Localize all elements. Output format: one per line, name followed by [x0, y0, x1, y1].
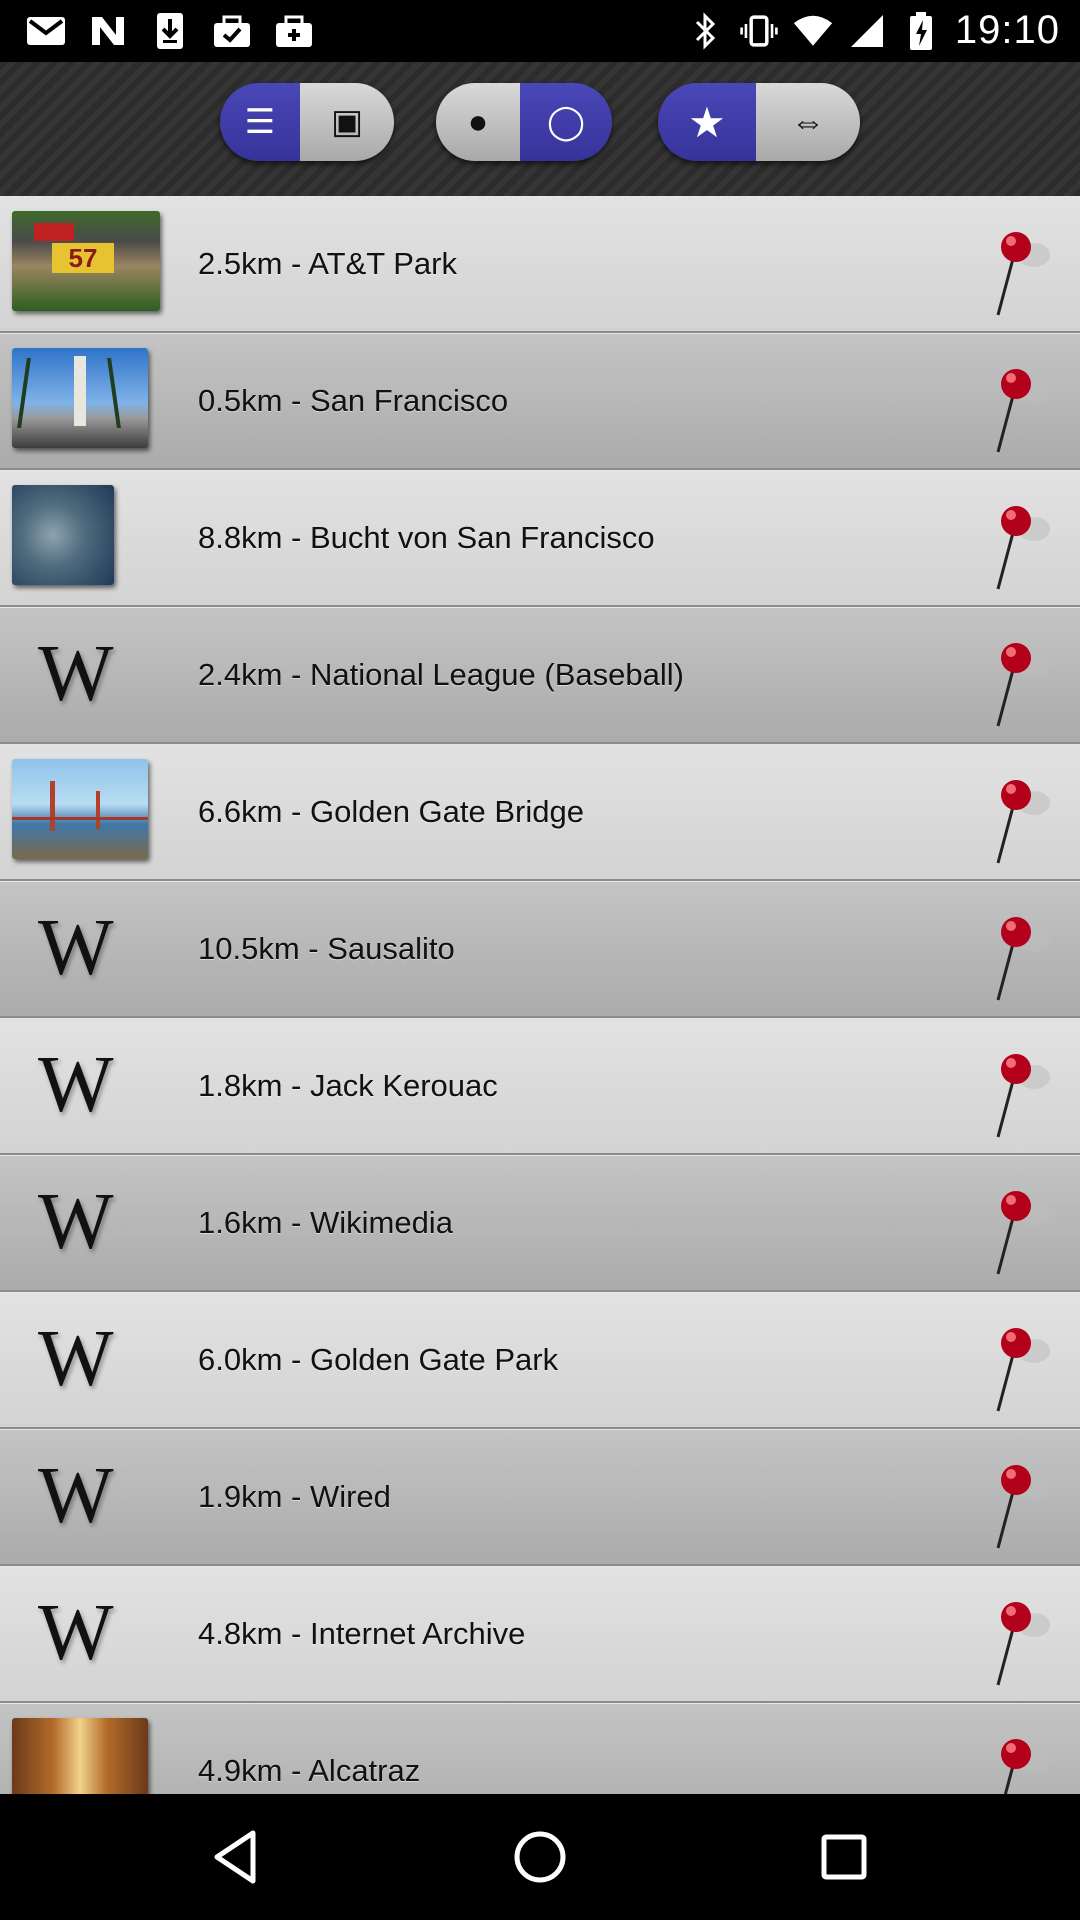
list-item[interactable]: W 1.8km - Jack Kerouac	[0, 1018, 1080, 1155]
place-label: 6.0km - Golden Gate Park	[198, 1342, 559, 1377]
left-right-arrow-icon: ⇔	[791, 102, 825, 141]
list-item[interactable]: W 1.6km - Wikimedia	[0, 1155, 1080, 1292]
map-pin-icon[interactable]	[992, 499, 1062, 599]
thumbnail-container: W	[0, 608, 160, 742]
thumbnail-container: W	[0, 882, 160, 1016]
filled-circle-icon: ●	[467, 102, 489, 141]
list-item[interactable]: W 6.0km - Golden Gate Park	[0, 1292, 1080, 1429]
thumbnail-container: W	[0, 1019, 160, 1153]
sort-toggle: ★ ⇔	[658, 83, 860, 161]
wikipedia-logo-icon: W	[38, 1315, 114, 1403]
star-icon: ★	[688, 98, 726, 146]
n-app-icon	[88, 12, 128, 50]
favorites-button[interactable]: ★	[658, 83, 756, 161]
place-label: 10.5km - Sausalito	[198, 931, 455, 966]
thumbnail-container	[0, 1704, 160, 1794]
thumbnail	[12, 759, 148, 859]
wikipedia-logo-icon: W	[38, 1452, 114, 1540]
map-pin-icon[interactable]	[992, 1595, 1062, 1695]
list-item[interactable]: W 4.8km - Internet Archive	[0, 1566, 1080, 1703]
download-icon	[150, 12, 190, 50]
thumbnail	[12, 1718, 148, 1794]
place-label: 2.4km - National League (Baseball)	[198, 657, 684, 692]
empty-circle-icon: ◯	[546, 103, 586, 141]
recents-icon[interactable]	[809, 1822, 879, 1892]
map-pin-icon[interactable]	[992, 1732, 1062, 1794]
clock: 19:10	[954, 8, 1060, 52]
place-label: 1.6km - Wikimedia	[198, 1205, 453, 1240]
list-item[interactable]: 4.9km - Alcatraz	[0, 1703, 1080, 1794]
empty-circle-button[interactable]: ◯	[520, 83, 612, 161]
filter-toggle: ● ◯	[436, 83, 612, 161]
wikipedia-logo-icon: W	[38, 630, 114, 718]
toolbar: ☰ ▣ ● ◯ ★ ⇔	[0, 62, 1080, 196]
view-mode-toggle: ☰ ▣	[220, 83, 394, 161]
place-label: 6.6km - Golden Gate Bridge	[198, 794, 584, 829]
place-label: 4.9km - Alcatraz	[198, 1753, 421, 1788]
thumbnail	[12, 485, 114, 585]
thumbnail-container: W	[0, 1567, 160, 1701]
bluetooth-icon	[685, 11, 725, 50]
list-item[interactable]: 57 2.5km - AT&T Park	[0, 196, 1080, 333]
wifi-icon	[793, 12, 833, 50]
thumbnail-container: W	[0, 1156, 160, 1290]
thumbnail	[12, 348, 148, 448]
place-label: 8.8km - Bucht von San Francisco	[198, 520, 655, 555]
map-pin-icon[interactable]	[992, 1047, 1062, 1147]
thumbnail-container: 57	[0, 197, 160, 331]
map-view-button[interactable]: ▣	[300, 83, 394, 161]
navigation-bar	[0, 1794, 1080, 1920]
filled-circle-button[interactable]: ●	[436, 83, 520, 161]
map-pin-icon[interactable]	[992, 636, 1062, 736]
place-list[interactable]: 57 2.5km - AT&T Park 0.5km - San Francisco…	[0, 196, 1080, 1794]
thumbnail-container	[0, 334, 160, 468]
wikipedia-logo-icon: W	[38, 1589, 114, 1677]
battery-icon	[901, 11, 941, 50]
place-label: 4.8km - Internet Archive	[198, 1616, 526, 1651]
clipboard-check-icon	[212, 12, 252, 50]
map-pin-icon[interactable]	[992, 910, 1062, 1010]
list-item[interactable]: W 2.4km - National League (Baseball)	[0, 607, 1080, 744]
thumbnail-container	[0, 471, 160, 605]
thumbnail-container: W	[0, 1430, 160, 1564]
map-pin-icon[interactable]	[992, 225, 1062, 325]
place-label: 1.8km - Jack Kerouac	[198, 1068, 498, 1103]
gmail-icon	[26, 12, 66, 50]
wikipedia-logo-icon: W	[38, 1178, 114, 1266]
home-icon[interactable]	[505, 1822, 575, 1892]
map-pin-icon[interactable]	[992, 1458, 1062, 1558]
wikipedia-logo-icon: W	[38, 1041, 114, 1129]
back-icon[interactable]	[200, 1822, 270, 1892]
list-item[interactable]: W 1.9km - Wired	[0, 1429, 1080, 1566]
list-item[interactable]: 8.8km - Bucht von San Francisco	[0, 470, 1080, 607]
place-label: 2.5km - AT&T Park	[198, 246, 457, 281]
map-pin-icon[interactable]	[992, 362, 1062, 462]
list-item[interactable]: 0.5km - San Francisco	[0, 333, 1080, 470]
menu-icon: ☰	[244, 103, 276, 141]
list-item[interactable]: 6.6km - Golden Gate Bridge	[0, 744, 1080, 881]
square-icon: ▣	[330, 103, 364, 141]
briefcase-icon	[274, 12, 314, 50]
vibrate-icon	[739, 12, 779, 50]
map-pin-icon[interactable]	[992, 1184, 1062, 1284]
scoreboard: 57	[52, 243, 114, 273]
list-item[interactable]: W 10.5km - Sausalito	[0, 881, 1080, 1018]
wikipedia-logo-icon: W	[38, 904, 114, 992]
thumbnail-container: W	[0, 1293, 160, 1427]
thumbnail-container	[0, 745, 160, 879]
map-pin-icon[interactable]	[992, 1321, 1062, 1421]
map-pin-icon[interactable]	[992, 773, 1062, 873]
thumbnail: 57	[12, 211, 160, 311]
status-bar: 19:10	[0, 0, 1080, 62]
list-view-button[interactable]: ☰	[220, 83, 300, 161]
distance-sort-button[interactable]: ⇔	[756, 83, 860, 161]
cell-signal-icon	[847, 12, 887, 50]
place-label: 1.9km - Wired	[198, 1479, 391, 1514]
place-label: 0.5km - San Francisco	[198, 383, 509, 418]
